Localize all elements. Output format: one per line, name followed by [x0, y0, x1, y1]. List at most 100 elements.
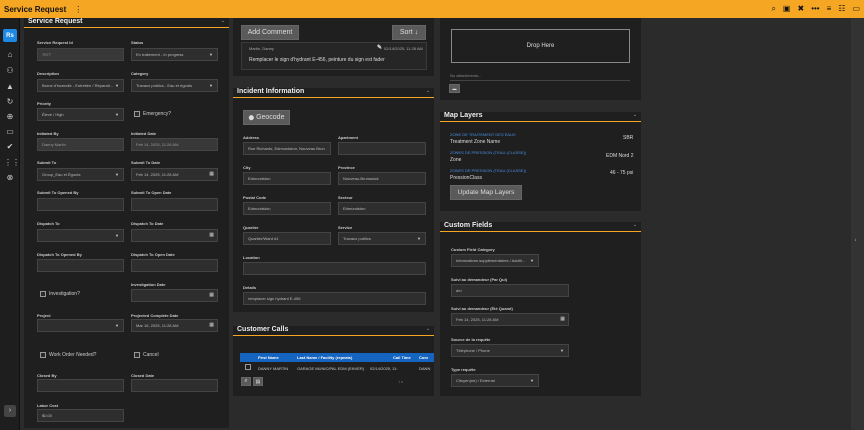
chevron-down-icon: ▼	[115, 233, 119, 238]
project-select[interactable]: ▼	[37, 319, 124, 332]
dispatch-opened-by-field[interactable]	[37, 259, 124, 272]
map-icon[interactable]: ▭	[852, 5, 860, 13]
sector-field[interactable]: Edmundston	[338, 202, 426, 215]
service-select[interactable]: Travaux publics ▼	[338, 232, 426, 245]
row-checkbox[interactable]	[245, 364, 251, 370]
details-field[interactable]: remplacer sign hydrant E-456	[243, 292, 426, 305]
investigation-date-field[interactable]: ▦	[131, 289, 218, 302]
search-icon[interactable]: ⌕	[771, 5, 775, 13]
col-first-name[interactable]: First Name	[258, 355, 279, 360]
pager[interactable]: 1 ▸	[398, 379, 403, 384]
work-order-checkbox[interactable]: Work Order Needed?	[40, 352, 96, 358]
request-id-field: 7977	[37, 48, 124, 61]
filter-alt-icon[interactable]: ☷	[838, 5, 845, 13]
collapse-caret-icon[interactable]: ⌄	[426, 326, 430, 332]
submit-open-date-field[interactable]	[131, 198, 218, 211]
apartment-field[interactable]	[338, 142, 426, 155]
expand-nav-icon[interactable]: ›	[4, 405, 16, 417]
layer-link[interactable]: ZONE DE TRAITEMENT DES EAUX	[450, 132, 516, 137]
network-icon[interactable]: ⚇	[4, 66, 16, 76]
alert-icon[interactable]: ▲	[4, 82, 16, 92]
province-label: Province	[338, 165, 355, 170]
cancel-circle-icon[interactable]: ⊗	[4, 173, 16, 183]
vehicle-icon[interactable]: ▭	[4, 127, 16, 137]
closed-by-field[interactable]	[37, 379, 124, 392]
update-map-layers-button[interactable]: Update Map Layers	[450, 185, 522, 200]
home-icon[interactable]: ⌂	[4, 50, 16, 60]
col-last-name[interactable]: Last Name / Facility (repeats)	[297, 355, 352, 360]
description-select[interactable]: Borne d'incendie - Entretien / Réparati.…	[37, 79, 124, 92]
category-select[interactable]: Travaux publics - Eau et égoûts ▼	[131, 79, 218, 92]
source-select[interactable]: Téléphone / Phone ▼	[451, 344, 569, 357]
submit-to-select[interactable]: Group_Eau et Égouts ▼	[37, 168, 124, 181]
followup-field[interactable]: dm	[451, 284, 569, 297]
sort-button[interactable]: Sort ↓	[392, 25, 426, 40]
submit-opened-by-field[interactable]	[37, 198, 124, 211]
add-comment-button[interactable]: Add Comment	[241, 25, 299, 40]
dispatch-open-date-field[interactable]	[131, 259, 218, 272]
collapse-caret-icon[interactable]: ⌄	[633, 112, 637, 118]
check-circle-icon[interactable]: ✔	[4, 142, 16, 152]
priority-select[interactable]: Élevé / High ▼	[37, 108, 124, 121]
address-field[interactable]: Rue Richards, Edmundston, Nouveau Brun	[243, 142, 331, 155]
export-icon[interactable]: ▤	[253, 377, 263, 386]
service-request-title: Service Request	[28, 18, 83, 25]
calendar-icon[interactable]: ▦	[209, 322, 214, 328]
submit-to-value: Group_Eau et Égouts	[42, 172, 81, 177]
emergency-checkbox[interactable]: Emergency?	[134, 111, 171, 117]
cancel-label: Cancel	[143, 352, 159, 358]
request-type-label: Type requête	[451, 367, 476, 372]
map-layers-panel: Map Layers ⌄ ZONE DE TRAITEMENT DES EAUX…	[440, 112, 641, 211]
search-icon[interactable]: ⌕	[241, 377, 251, 386]
collapse-caret-icon[interactable]: ⌄	[221, 18, 225, 24]
right-side-panel-toggle[interactable]: ℹ	[851, 18, 864, 430]
grid-icon[interactable]: ⋮⋮	[4, 158, 20, 168]
edit-icon[interactable]: ✎	[377, 44, 382, 51]
collapse-caret-icon[interactable]: ⌄	[426, 88, 430, 94]
followup-date-field[interactable]: Feb 14, 2025, 11:28 AM ▦	[451, 313, 569, 326]
calendar-icon[interactable]: ▦	[209, 232, 214, 238]
geocode-button[interactable]: ⬤ Geocode	[243, 110, 290, 125]
quarter-field[interactable]: Quartier/Ward #1	[243, 232, 331, 245]
title-menu-icon[interactable]: ⋮	[74, 5, 82, 14]
dispatch-to-select[interactable]: ▼	[37, 229, 124, 242]
layer-link[interactable]: ZONES DE PRESSION (TEAU (CLASSE))	[450, 168, 526, 173]
table-row[interactable]: DANNY MARTIN GARAGE MUNICIPAL EDM (ENVER…	[240, 362, 434, 374]
investigation-checkbox[interactable]: Investigation?	[40, 291, 80, 297]
calendar-icon[interactable]: ▦	[560, 316, 565, 322]
city-label: City	[243, 165, 251, 170]
location-field[interactable]	[243, 262, 426, 275]
history-icon[interactable]: ↻	[4, 97, 16, 107]
projected-complete-field[interactable]: Mar 16, 2025, 11:28 AM ▦	[131, 319, 218, 332]
custom-field-category-select[interactable]: Informations supplémentaires / Additi...…	[451, 254, 539, 267]
investigation-date-label: Investigation Date	[131, 282, 166, 287]
postal-code-field[interactable]: Edmundston	[243, 202, 331, 215]
more-icon[interactable]: •••	[811, 5, 819, 13]
closed-date-field[interactable]	[131, 379, 218, 392]
province-field[interactable]: Nouveau-Brunswick	[338, 172, 426, 185]
labor-cost-field[interactable]: $0.00	[37, 409, 124, 422]
add-attachment-button[interactable]: ▬	[449, 84, 460, 93]
status-select[interactable]: En traitement - In progress ▼	[131, 48, 218, 61]
app-logo[interactable]: Rs	[3, 29, 17, 42]
drop-zone[interactable]: Drop Here	[451, 29, 630, 63]
filter-icon[interactable]: ≡	[827, 5, 832, 13]
col-call-time[interactable]: Call Time	[393, 355, 411, 360]
submit-open-date-label: Submit To Open Date	[131, 190, 172, 195]
collapse-caret-icon[interactable]: ⌄	[633, 222, 637, 228]
customer-calls-title: Customer Calls	[237, 326, 289, 333]
toolbar-icons: ⌕ ▣ ✖ ••• ≡ ☷ ▭	[771, 0, 860, 18]
cancel-checkbox[interactable]: Cancel	[134, 352, 159, 358]
calendar-icon[interactable]: ▦	[209, 292, 214, 298]
dispatch-to-date-field[interactable]: ▦	[131, 229, 218, 242]
city-field[interactable]: Edmundston	[243, 172, 331, 185]
status-label: Status	[131, 40, 144, 45]
submit-to-date-field[interactable]: Feb 14, 2025, 11:28 AM ▦	[131, 168, 218, 181]
close-icon[interactable]: ✖	[797, 5, 804, 13]
add-circle-icon[interactable]: ⊕	[4, 112, 16, 122]
save-icon[interactable]: ▣	[783, 5, 791, 13]
request-type-select[interactable]: Citoyen(ne) / External ▼	[451, 374, 539, 387]
calendar-icon[interactable]: ▦	[209, 171, 214, 177]
layer-link[interactable]: ZONES DE PRESSION (TEAU (CLASSE))	[450, 150, 526, 155]
col-com[interactable]: Com	[419, 355, 428, 360]
